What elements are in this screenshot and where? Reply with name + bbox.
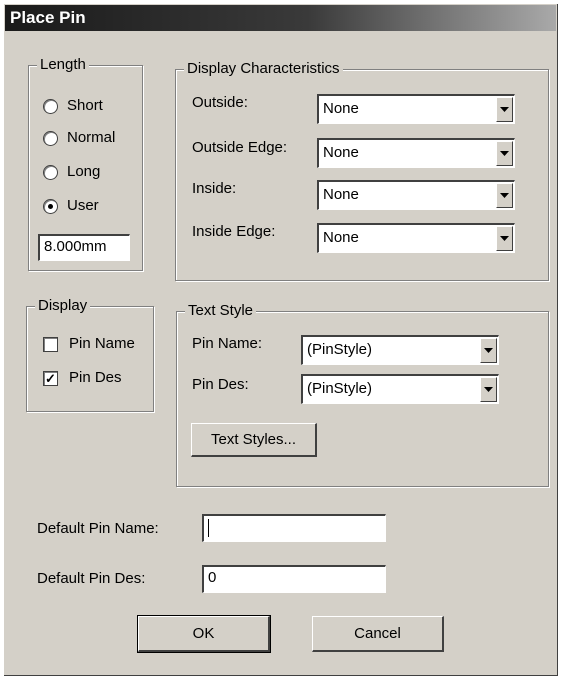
text-pin-name-label: Pin Name: xyxy=(192,335,263,352)
outside-edge-select[interactable]: None xyxy=(317,138,515,168)
ok-button[interactable]: OK xyxy=(137,615,271,653)
outside-edge-label: Outside Edge: xyxy=(192,139,288,156)
pin-des-checkbox-label: Pin Des xyxy=(69,369,122,386)
display-group: Display xyxy=(26,297,154,412)
chevron-down-icon[interactable] xyxy=(496,183,513,208)
default-pin-des-label: Default Pin Des: xyxy=(37,570,146,587)
text-pin-des-value: (PinStyle) xyxy=(307,380,373,397)
radio-short-label: Short xyxy=(67,97,103,114)
text-pin-des-select[interactable]: (PinStyle) xyxy=(301,374,499,404)
chevron-down-icon[interactable] xyxy=(480,377,497,402)
display-legend: Display xyxy=(35,297,91,315)
outside-edge-value: None xyxy=(323,144,359,161)
pin-name-checkbox[interactable] xyxy=(43,337,58,352)
default-pin-name-label: Default Pin Name: xyxy=(37,520,159,537)
inside-select[interactable]: None xyxy=(317,180,515,210)
outside-select[interactable]: None xyxy=(317,94,515,124)
radio-normal[interactable] xyxy=(43,131,58,146)
inside-edge-label: Inside Edge: xyxy=(192,223,276,240)
radio-short[interactable] xyxy=(43,99,58,114)
radio-long-label: Long xyxy=(67,163,101,180)
chevron-down-icon[interactable] xyxy=(496,97,513,122)
user-length-input[interactable]: 8.000mm xyxy=(38,234,130,261)
text-cursor xyxy=(208,519,209,537)
radio-user-label: User xyxy=(67,197,99,214)
radio-selected-dot xyxy=(48,204,53,209)
radio-normal-label: Normal xyxy=(67,129,116,146)
chevron-down-icon[interactable] xyxy=(480,338,497,363)
text-style-legend: Text Style xyxy=(185,302,257,320)
text-pin-name-select[interactable]: (PinStyle) xyxy=(301,335,499,365)
default-pin-name-input[interactable] xyxy=(202,514,386,542)
inside-label: Inside: xyxy=(192,180,237,197)
outside-label: Outside: xyxy=(192,94,248,111)
radio-user[interactable] xyxy=(43,199,58,214)
place-pin-dialog: Place Pin Length Short Normal Long User … xyxy=(3,3,558,676)
length-legend: Length xyxy=(37,56,89,74)
inside-edge-value: None xyxy=(323,229,359,246)
chevron-down-icon[interactable] xyxy=(496,226,513,251)
chevron-down-icon[interactable] xyxy=(496,141,513,166)
text-pin-name-value: (PinStyle) xyxy=(307,341,373,358)
cancel-button[interactable]: Cancel xyxy=(312,616,444,652)
inside-edge-select[interactable]: None xyxy=(317,223,515,253)
title-bar: Place Pin xyxy=(5,5,556,31)
pin-name-checkbox-label: Pin Name xyxy=(69,335,135,352)
inside-value: None xyxy=(323,186,359,203)
text-pin-des-label: Pin Des: xyxy=(192,376,249,393)
default-pin-des-input[interactable]: 0 xyxy=(202,565,386,593)
text-styles-button[interactable]: Text Styles... xyxy=(191,423,317,457)
radio-long[interactable] xyxy=(43,165,58,180)
pin-des-checkbox[interactable]: ✓ xyxy=(43,371,58,386)
outside-value: None xyxy=(323,100,359,117)
display-characteristics-legend: Display Characteristics xyxy=(184,60,343,78)
